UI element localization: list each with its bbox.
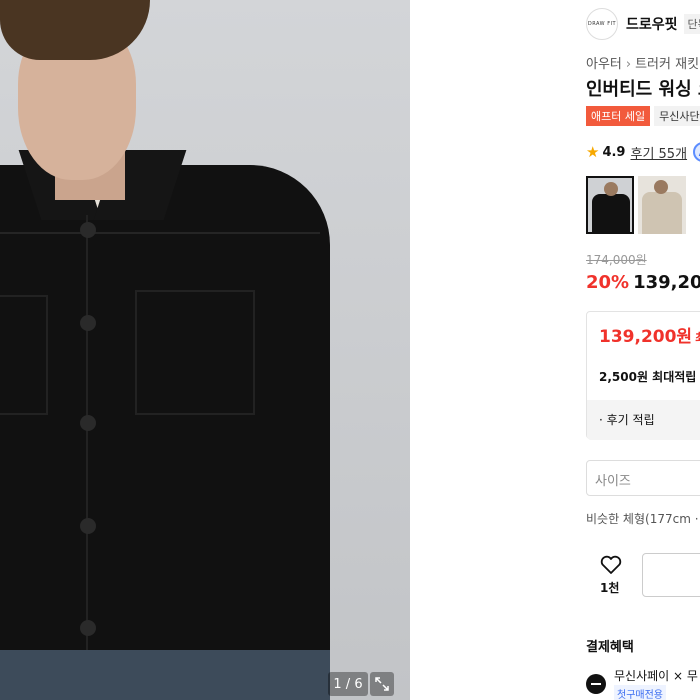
expand-icon[interactable]: [370, 672, 394, 696]
thumbnail-jacket-shape: [592, 194, 630, 232]
jacket-shape: [0, 165, 330, 700]
benefit-top: 139,200원최 2,500원 최대적립: [587, 312, 700, 400]
thumbnail-jacket-shape: [642, 192, 682, 234]
a-badge-icon[interactable]: A: [693, 142, 700, 162]
max-points: 2,500원 최대적립: [599, 370, 697, 384]
breadcrumb: 아우터›트러커 재킷 (: [586, 53, 700, 72]
size-select[interactable]: 사이즈: [586, 460, 700, 496]
jacket-button: [80, 315, 96, 331]
heart-icon[interactable]: [596, 555, 626, 579]
buy-button[interactable]: [642, 553, 700, 597]
benefit-bottom: · 후기 적립: [587, 400, 700, 440]
jeans-shape: [0, 650, 330, 700]
review-points: · 후기 적립: [599, 413, 655, 427]
jacket-button: [80, 620, 96, 636]
rating-value: 4.9: [602, 144, 626, 160]
payment-benefit-title: 결제혜택: [586, 640, 634, 655]
sale-price: 139,200: [633, 272, 700, 293]
product-image-gallery[interactable]: 1 / 6: [0, 0, 410, 700]
brand-tag: 단독: [683, 14, 700, 34]
similar-body-text[interactable]: 비슷한 체형(177cm ·: [586, 510, 699, 527]
brand-logo[interactable]: DRAW FIT: [586, 8, 618, 40]
benefit-price: 139,200원최: [599, 322, 700, 347]
rating-row: ★ 4.9 후기 55개 A: [586, 142, 700, 162]
brand-name[interactable]: 드로우핏: [626, 14, 678, 34]
product-badges: 애프터 세일 무신사단독: [586, 106, 700, 126]
color-thumbnails: [586, 176, 690, 234]
price-row: 20%139,200: [586, 272, 700, 293]
size-placeholder: 사이즈: [595, 474, 631, 489]
wish-count: 1천: [600, 581, 620, 595]
jacket-button: [80, 415, 96, 431]
benefit-box[interactable]: 139,200원최 2,500원 최대적립 · 후기 적립: [586, 311, 700, 440]
first-purchase-tag: 첫구매전용: [614, 685, 666, 700]
payment-method[interactable]: 무신사페이 × 무: [614, 667, 698, 684]
reviews-link[interactable]: 후기 55개: [630, 143, 687, 162]
exclusive-badge: 무신사단독: [654, 106, 700, 126]
product-page: 1 / 6 DRAW FIT 드로우핏 단독 아우터›트러커 재킷 ( 인버티드…: [0, 0, 700, 700]
breadcrumb-item-trucker[interactable]: 트러커 재킷 (: [635, 57, 700, 72]
thumbnail-head-shape: [654, 180, 668, 194]
musinsa-pay-icon: [586, 674, 606, 694]
pocket-left: [0, 295, 48, 415]
benefit-price-suffix: 최: [695, 331, 700, 345]
thumbnail-head-shape: [604, 182, 618, 196]
jacket-yoke-line: [0, 232, 320, 234]
jacket-button: [80, 222, 96, 238]
pocket-right: [135, 290, 255, 415]
star-icon: ★: [586, 143, 600, 161]
product-info-panel: DRAW FIT 드로우핏 단독 아우터›트러커 재킷 ( 인버티드 워싱 코 …: [570, 0, 700, 700]
thumbnail-black[interactable]: [586, 176, 634, 234]
image-counter: 1 / 6: [328, 672, 368, 696]
thumbnail-beige[interactable]: [638, 176, 686, 234]
original-price: 174,000원: [586, 253, 647, 267]
chevron-right-icon: ›: [625, 57, 632, 72]
benefit-price-value: 139,200원: [599, 327, 693, 347]
discount-rate: 20%: [586, 272, 630, 293]
product-title: 인버티드 워싱 코: [586, 79, 700, 100]
brand-header[interactable]: DRAW FIT 드로우핏 단독: [586, 8, 700, 40]
jacket-button: [80, 518, 96, 534]
breadcrumb-item-outer[interactable]: 아우터: [586, 57, 622, 72]
sale-badge: 애프터 세일: [586, 106, 651, 126]
